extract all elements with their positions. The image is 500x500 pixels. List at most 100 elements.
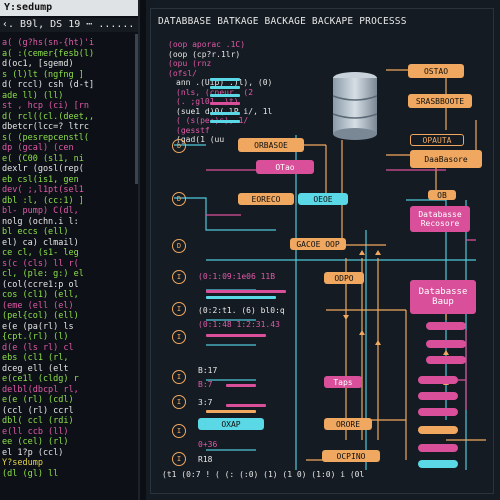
code-highlight-bar [210,112,240,115]
terminal-line: (col(ccre1:p ol [2,279,79,290]
flow-node[interactable]: I [172,302,186,316]
flow-node[interactable]: I [172,395,186,409]
terminal-line: dexlr (gosl(rep( [2,164,84,174]
flow-node[interactable]: I [172,270,186,284]
terminal-line: bl eccs (ell) [2,227,69,237]
code-line: R18 [198,455,213,464]
box-orbasoe[interactable]: ORBASOE [238,138,304,152]
code-line: B:7 [198,380,213,389]
terminal-line: e(ce1l (cldg) r [2,374,79,384]
queue-pill[interactable] [418,376,458,384]
terminal-line: d( rcl((cl.(deet,, [2,111,95,122]
diagram-status: (t1 (0:7 ! ( (: (:0) (1) (1 0) (1:0) i (… [162,470,365,479]
box-taps[interactable]: Taps [324,376,362,388]
terminal-line: dev( ;,l1pt(sel1 [2,185,84,195]
terminal-line: e( (C00 (sl1, ni [2,153,84,164]
queue-pill[interactable] [426,340,466,348]
code-line: (gesstf [176,125,210,135]
terminal-line: d(e (ls rl) cl [2,342,74,353]
terminal-line: ebs (cl1 (rl, [2,353,69,363]
queue-pill[interactable] [426,356,466,364]
code-line: (0:1:48 1:2:31.43 [198,320,280,329]
terminal-line: bl- pump) C(dl, [2,206,79,216]
box-orore[interactable]: ORORE [324,418,372,430]
box-oxap[interactable]: OXAP [198,418,264,430]
box-ocpino[interactable]: OCPINO [322,450,380,462]
terminal-line: dbetcr(lcc=? ltrc [2,122,89,132]
queue-pill[interactable] [418,408,458,416]
box-gacoe-oop[interactable]: GACOE OOP [290,238,346,250]
code-highlight-bar [226,404,266,407]
box-opauta[interactable]: OPAUTA [410,134,464,146]
queue-pill[interactable] [418,392,458,400]
flow-node[interactable]: b [172,139,186,153]
terminal-line: delbl(dbcpl rl, [2,384,79,395]
box-otao[interactable]: OTao [256,160,314,174]
flow-node[interactable]: I [172,452,186,466]
code-highlight-bar [210,86,240,89]
terminal-line: s(c (cls) ll r( [2,258,79,269]
queue-pill[interactable] [418,426,458,434]
box-database-recosore[interactable]: Databasse Recosore [410,206,470,232]
box-eoroco[interactable]: EORECO [238,193,294,205]
box-database-top[interactable]: DaaBasore [410,150,482,168]
code-line: 0+36 [198,440,218,449]
terminal-title: Y:sedump [0,0,138,16]
code-line: B:17 [198,366,218,375]
box-database-baup[interactable]: Databasse Baup [410,280,476,314]
box-odpo[interactable]: ODPO [324,272,364,284]
terminal-line: dceg ell (elt [2,363,69,374]
terminal-line: dbl( ccl (rdi) [2,416,74,426]
code-highlight-bar [226,384,256,387]
queue-pill[interactable] [426,322,466,330]
flow-node[interactable]: D [172,192,186,206]
diagram-panel: DATABBASE BATKAGE BACKAGE BACKAPE PROCES… [146,0,500,500]
code-highlight-bar [206,296,276,299]
terminal-line: cl, (ple: g:) el [2,269,84,279]
terminal-line: nolg (ochn.i l: [2,216,79,227]
queue-pill[interactable] [418,444,458,452]
database-icon [332,72,378,140]
terminal-line: eb csl(is1, gen [2,174,79,185]
terminal-line: dp (gcal) (cen [2,143,74,153]
code-line: 3:7 [198,398,213,407]
terminal-window: Y:sedump ‹. B9l, DS 19 ⋯ ...... a( (g?hs… [0,0,140,500]
code-line: (oop (cp?r.1lr) [168,49,241,59]
box-ostao[interactable]: OSTAO [408,64,464,78]
terminal-line: (dl (gl) ll [2,468,59,479]
box-srasboro[interactable]: SRASBBOOTE [408,94,472,108]
code-highlight-bar [206,410,256,413]
box-oeoe[interactable]: OEOE [298,193,348,205]
code-line: (opu (rnz [168,59,212,68]
terminal-line: s (l)lt (ngfng ] [2,69,84,80]
terminal-line: ce cl, (s1- leg [2,248,79,258]
flow-node[interactable]: I [172,424,186,438]
code-line: (oop aporac .1C) [168,40,246,49]
terminal-line: el 1?p (ccl) [2,447,64,458]
terminal-output: a( (g?hs(sn-{ht)'i a( :(cemer{fesb(l) d(o… [2,38,138,479]
flow-node[interactable]: I [172,330,186,344]
terminal-line: el) ca) clmail) [2,237,79,248]
code-highlight-bar [210,78,240,81]
terminal-line: e(ll ccb (ll) [2,426,69,437]
code-highlight-bar [206,290,286,293]
queue-pill[interactable] [418,460,458,468]
code-line: (ofsl/ [168,68,197,78]
flow-node[interactable]: D [172,239,186,253]
terminal-line: dbl :l, (cc:1) ] [2,195,84,206]
code-highlight-bar [206,334,266,337]
code-highlight-bar [210,94,240,97]
terminal-line: ee (cel) (rl) [2,437,69,447]
terminal-line: a( :(cemer{fesb(l) [2,48,95,59]
flow-node[interactable]: I [172,370,186,384]
terminal-line: (ccl (rl) ccrl [2,405,74,416]
terminal-line: s( (pesrepcenstl( [2,132,89,143]
terminal-line: d( rccl) csh (d-t] [2,80,95,90]
terminal-line: {cpt.(rl) (l) [2,332,69,342]
terminal-scrollbar[interactable] [135,34,138,184]
terminal-line: Y?sedump [2,458,43,468]
terminal-line: ade ll) (ll) [2,90,64,101]
terminal-line: (eme (ell (el) [2,300,74,311]
box-ob[interactable]: OB [428,190,456,200]
code-highlight-bar [210,120,240,123]
